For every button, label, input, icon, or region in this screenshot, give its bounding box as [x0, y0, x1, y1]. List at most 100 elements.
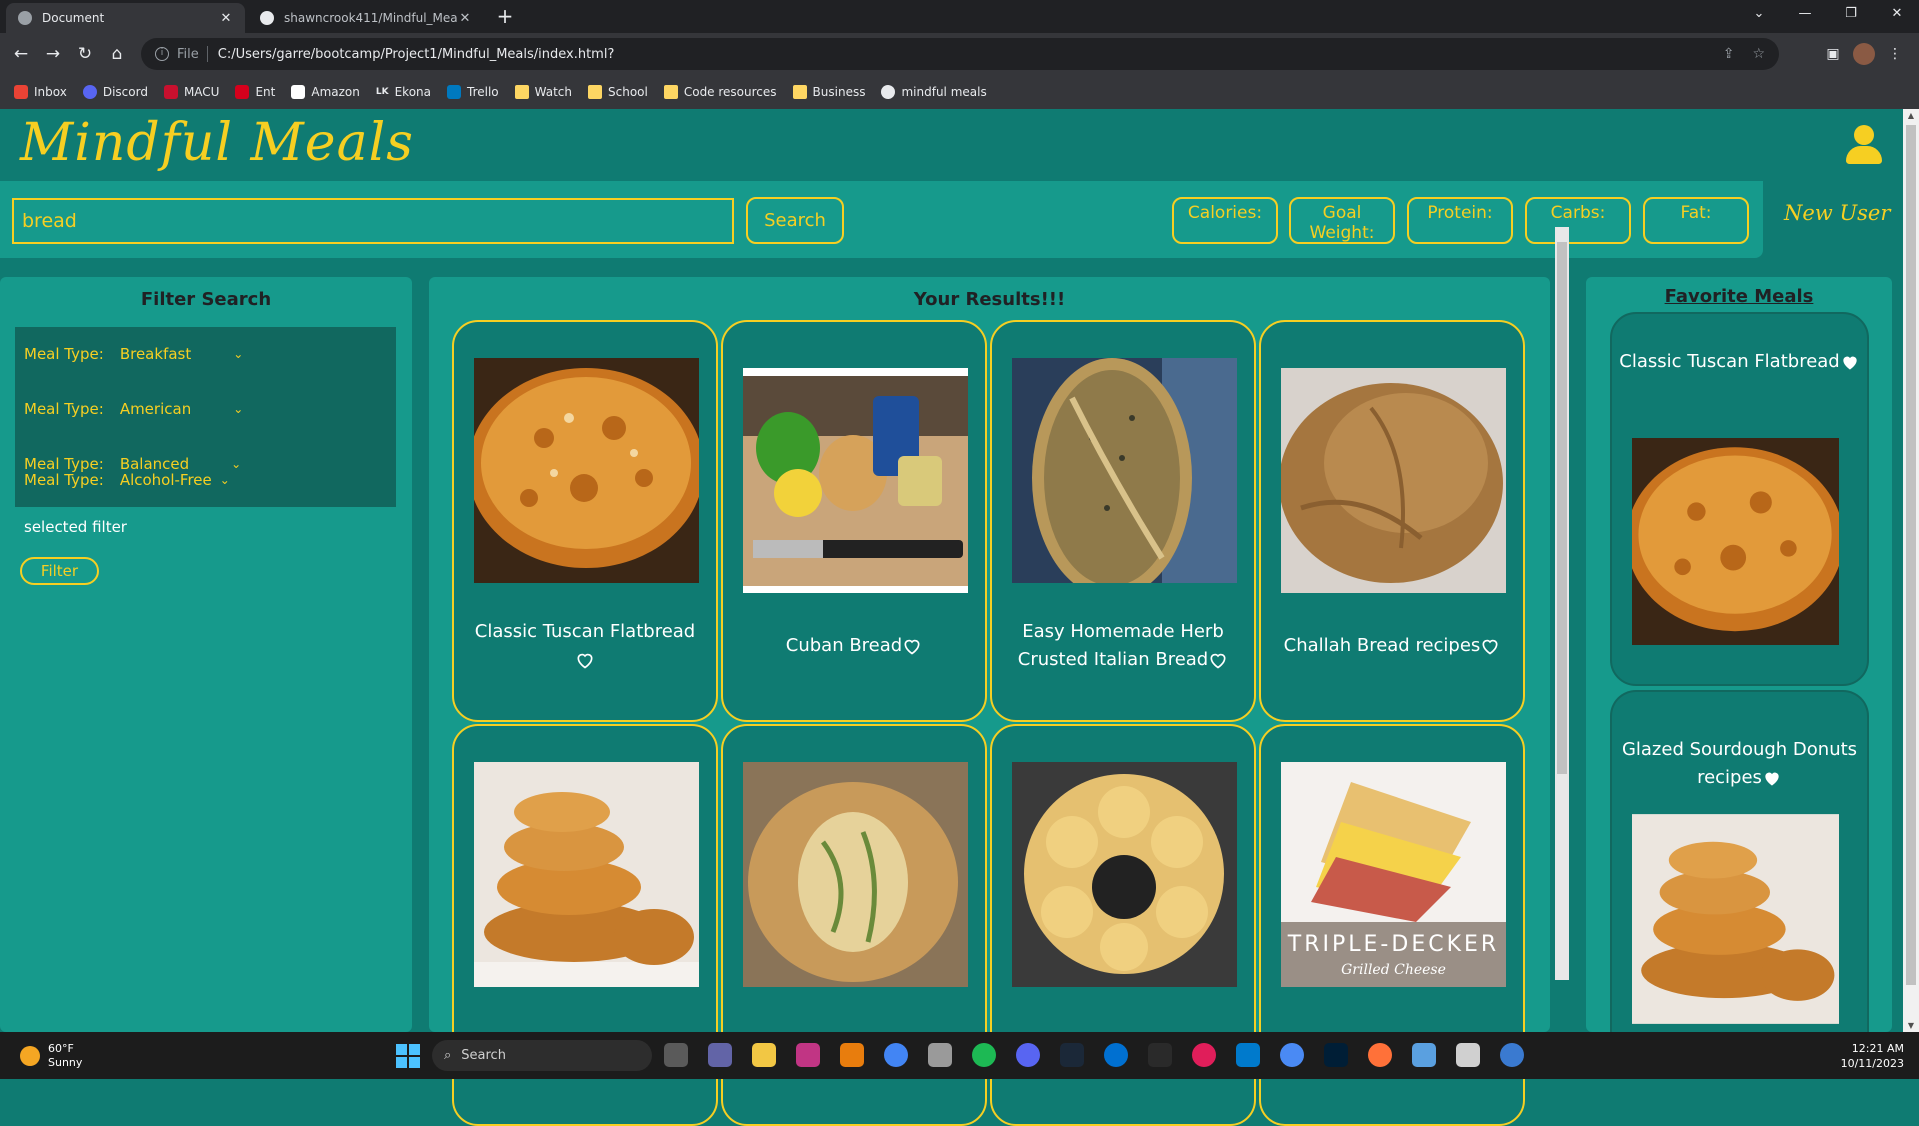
weather-widget[interactable]: 60°F Sunny — [20, 1042, 82, 1070]
new-tab-button[interactable]: + — [492, 4, 518, 30]
blender-icon[interactable] — [840, 1043, 864, 1067]
favorites-title[interactable]: Favorite Meals — [1586, 286, 1892, 307]
recipe-card[interactable]: Challah Bread recipes — [1259, 320, 1525, 722]
user-icon[interactable] — [1846, 125, 1882, 164]
recipe-image-challah[interactable] — [1281, 368, 1506, 593]
bookmark-ekona[interactable]: LK Ekona — [376, 85, 431, 99]
bookmark-star-icon[interactable]: ☆ — [1752, 46, 1765, 62]
filter-button[interactable]: Filter — [20, 557, 99, 585]
protein-field[interactable]: Protein: — [1407, 197, 1513, 244]
bookmark-discord[interactable]: Discord — [82, 85, 148, 99]
meal-type-select[interactable]: Meal Type: Alcohol-Free ⌄ — [24, 465, 230, 495]
tab-document[interactable]: Document ✕ — [6, 3, 245, 33]
favorite-image-donuts[interactable] — [1632, 814, 1839, 1024]
tab-search-icon[interactable]: ⌄ — [1736, 0, 1782, 28]
bookmark-business[interactable]: Business — [792, 85, 865, 99]
bookmark-amazon[interactable]: Amazon — [291, 85, 360, 99]
heart-filled-icon[interactable] — [1840, 352, 1860, 372]
tab-github[interactable]: shawncrook411/Mindful_Meals: ✕ — [248, 3, 484, 33]
file-explorer-icon[interactable] — [752, 1043, 776, 1067]
close-window-button[interactable]: ✕ — [1874, 0, 1919, 28]
terminal-icon[interactable] — [1148, 1043, 1172, 1067]
heart-filled-icon[interactable] — [1762, 768, 1782, 788]
task-view-icon[interactable] — [664, 1043, 688, 1067]
favorite-card[interactable]: Classic Tuscan Flatbread — [1610, 312, 1869, 686]
heart-icon[interactable] — [575, 650, 595, 670]
share-icon[interactable]: ⇪ — [1723, 46, 1735, 62]
bookmark-macu[interactable]: MACU — [163, 85, 219, 99]
reload-icon[interactable]: ↻ — [72, 41, 98, 67]
new-user-link[interactable]: New User — [1784, 201, 1890, 225]
chrome-icon[interactable] — [884, 1043, 908, 1067]
profile-avatar[interactable] — [1853, 43, 1875, 65]
system-clock[interactable]: 12:21 AM 10/11/2023 — [1820, 1041, 1904, 1071]
bookmark-code-resources[interactable]: Code resources — [663, 85, 777, 99]
back-icon[interactable]: ← — [8, 41, 34, 67]
meal-type-select[interactable]: Meal Type: American ⌄ — [24, 394, 243, 424]
favorite-card[interactable]: Glazed Sourdough Donuts recipes — [1610, 690, 1869, 1032]
results-scrollbar[interactable] — [1555, 227, 1569, 980]
meal-type-select[interactable]: Meal Type: Breakfast ⌄ — [24, 339, 243, 369]
recipe-image-donuts[interactable] — [474, 762, 699, 987]
playstation-icon[interactable] — [1104, 1043, 1128, 1067]
recipe-image-pull-apart[interactable] — [1012, 762, 1237, 987]
vscode-icon[interactable] — [1236, 1043, 1260, 1067]
recipe-card[interactable]: Classic Tuscan Flatbread — [452, 320, 718, 722]
heart-icon[interactable] — [902, 636, 922, 656]
info-icon[interactable]: i — [155, 47, 169, 61]
instagram-icon[interactable] — [796, 1043, 820, 1067]
bookmark-school[interactable]: School — [588, 85, 648, 99]
page-scrollbar[interactable]: ▲ ▼ — [1903, 109, 1919, 1032]
app-icon[interactable] — [1500, 1043, 1524, 1067]
recipe-card[interactable]: Easy Homemade Herb Crusted Italian Bread — [990, 320, 1256, 722]
notepad-icon[interactable] — [1412, 1043, 1436, 1067]
snipping-tool-icon[interactable] — [1456, 1043, 1480, 1067]
app-icon[interactable] — [928, 1043, 952, 1067]
bookmark-inbox[interactable]: Inbox — [14, 85, 67, 99]
calories-field[interactable]: Calories: — [1172, 197, 1278, 244]
recipe-image-sandwich[interactable]: TRIPLE-DECKER Grilled Cheese — [1281, 762, 1506, 987]
scroll-up-icon[interactable]: ▲ — [1903, 111, 1919, 120]
discord-icon[interactable] — [1016, 1043, 1040, 1067]
scroll-down-icon[interactable]: ▼ — [1903, 1021, 1919, 1030]
recipe-card[interactable]: Cuban Bread — [721, 320, 987, 722]
search-input[interactable] — [12, 198, 734, 244]
search-button[interactable]: Search — [746, 197, 844, 244]
menu-icon[interactable]: ⋮ — [1882, 41, 1908, 67]
windows-start-icon[interactable] — [396, 1044, 420, 1068]
recipe-image-herb-loaf[interactable] — [1012, 358, 1237, 583]
goal-weight-field[interactable]: Goal Weight: — [1289, 197, 1395, 244]
favorite-image-flatbread[interactable] — [1626, 438, 1844, 645]
chevron-down-icon: ⌄ — [231, 457, 242, 471]
address-bar[interactable]: i File C:/Users/garre/bootcamp/Project1/… — [141, 38, 1779, 70]
recipe-image-flatbread[interactable] — [474, 358, 699, 583]
firefox-icon[interactable] — [1368, 1043, 1392, 1067]
recipe-image-ingredients[interactable] — [743, 368, 968, 593]
bookmark-mindful-meals[interactable]: mindful meals — [881, 85, 987, 99]
taskbar-search[interactable]: ⌕ Search — [432, 1040, 652, 1071]
close-tab-icon[interactable]: ✕ — [458, 11, 472, 26]
bookmark-ent[interactable]: Ent — [235, 85, 275, 99]
scrollbar-thumb[interactable] — [1557, 242, 1567, 774]
spotify-icon[interactable] — [972, 1043, 996, 1067]
carbs-field[interactable]: Carbs: — [1525, 197, 1631, 244]
home-icon[interactable]: ⌂ — [104, 41, 130, 67]
heart-icon[interactable] — [1480, 636, 1500, 656]
steam-icon[interactable] — [1060, 1043, 1084, 1067]
minimize-button[interactable]: — — [1782, 0, 1828, 28]
fat-field[interactable]: Fat: — [1643, 197, 1749, 244]
restore-button[interactable]: ❐ — [1828, 0, 1874, 28]
app-logo[interactable]: Mindful Meals — [20, 113, 414, 173]
recipe-image-stuffed-bread[interactable] — [743, 762, 968, 987]
zoom-icon[interactable] — [1280, 1043, 1304, 1067]
heart-icon[interactable] — [1208, 650, 1228, 670]
bookmark-watch[interactable]: Watch — [514, 85, 572, 99]
scrollbar-thumb[interactable] — [1906, 125, 1916, 985]
teams-icon[interactable] — [708, 1043, 732, 1067]
slack-icon[interactable] — [1192, 1043, 1216, 1067]
forward-icon[interactable]: → — [40, 41, 66, 67]
close-tab-icon[interactable]: ✕ — [219, 11, 233, 26]
side-panel-icon[interactable]: ▣ — [1820, 41, 1846, 67]
bookmark-trello[interactable]: Trello — [447, 85, 499, 99]
lightroom-icon[interactable] — [1324, 1043, 1348, 1067]
